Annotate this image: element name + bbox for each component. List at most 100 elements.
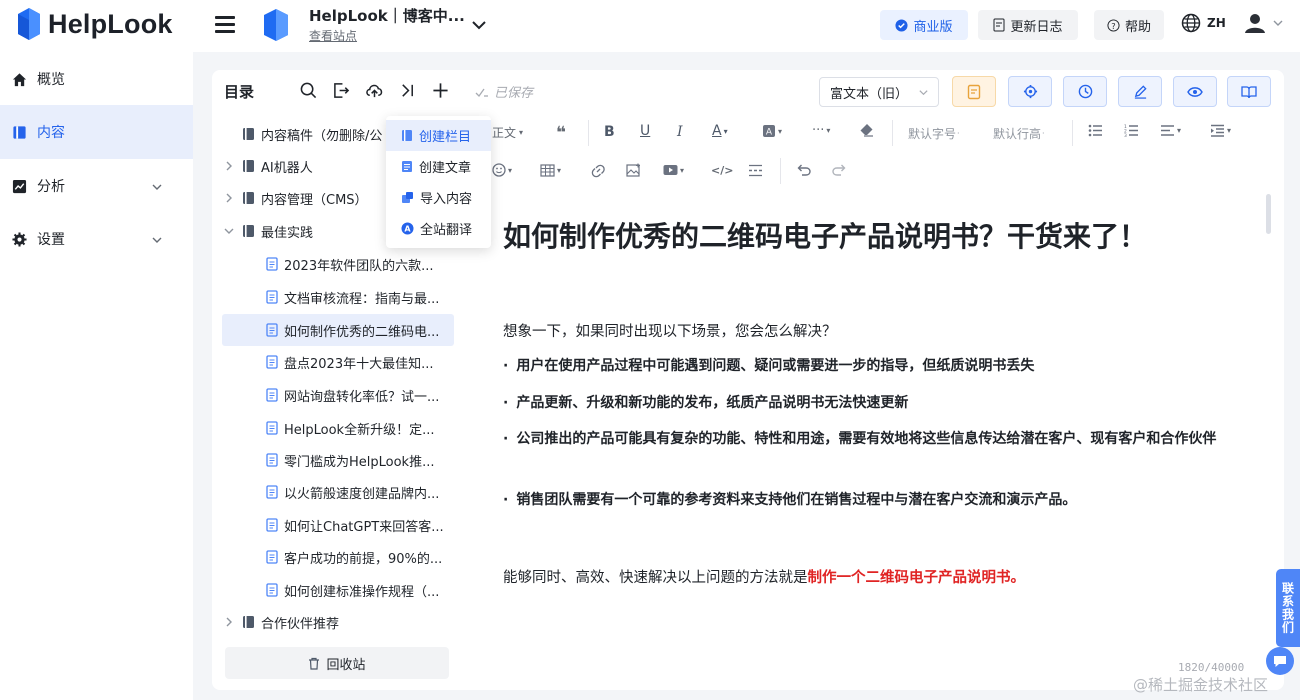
document-icon bbox=[266, 453, 278, 467]
side-nav: 概览 内容 分析 设置 bbox=[0, 52, 193, 700]
upload-icon[interactable] bbox=[364, 80, 384, 100]
settings-button[interactable] bbox=[1008, 76, 1052, 107]
menu-item-create-section[interactable]: 创建栏目 bbox=[386, 120, 491, 151]
highlight-color-icon[interactable]: A ▾ bbox=[762, 124, 782, 138]
tree-row-label: 文档审核流程：指南与最... bbox=[284, 291, 440, 307]
undo-icon[interactable] bbox=[796, 163, 811, 176]
menu-item-translate[interactable]: A 全站翻译 bbox=[386, 213, 491, 244]
site-name[interactable]: HelpLook｜博客中... bbox=[309, 5, 465, 26]
bullet-item[interactable]: · 用户在使用产品过程中可能遇到问题、疑问或需要进一步的指导，但纸质说明书丢失 bbox=[503, 354, 1243, 379]
home-icon bbox=[12, 72, 27, 86]
code-icon[interactable]: </> bbox=[711, 164, 733, 177]
publish-button[interactable] bbox=[1227, 76, 1271, 107]
top-bar: HelpLook HelpLook｜博客中... 查看站点 商业版 更新日志 ?… bbox=[0, 0, 1300, 52]
history-button[interactable] bbox=[1063, 76, 1107, 107]
tree-row[interactable]: 2023年软件团队的六款... bbox=[222, 248, 454, 280]
caret-down-icon: ▾ bbox=[519, 128, 524, 137]
save-status: 已保存 bbox=[475, 82, 533, 101]
chevron-right-icon[interactable] bbox=[222, 161, 236, 171]
preview-button[interactable] bbox=[1173, 76, 1217, 107]
tree-row[interactable]: 文档审核流程：指南与最... bbox=[222, 281, 454, 313]
help-button[interactable]: ? 帮助 bbox=[1094, 10, 1164, 40]
tree-row-label: 合作伙伴推荐 bbox=[261, 616, 340, 632]
changelog-button[interactable]: 更新日志 bbox=[978, 10, 1078, 40]
nav-item-overview[interactable]: 概览 bbox=[0, 52, 193, 106]
italic-icon[interactable]: I bbox=[677, 124, 683, 140]
history-icon bbox=[1078, 84, 1092, 99]
bullet-item[interactable]: · 产品更新、升级和新功能的发布，纸质产品说明书无法快速更新 bbox=[503, 391, 1243, 416]
tree-row-label: 零门槛成为HelpLook推... bbox=[284, 454, 435, 470]
svg-text:3: 3 bbox=[1124, 133, 1127, 137]
editor-scrollbar[interactable] bbox=[1266, 194, 1271, 234]
chevron-right-icon[interactable] bbox=[222, 617, 236, 627]
logo[interactable]: HelpLook bbox=[16, 6, 173, 42]
nav-item-settings[interactable]: 设置 bbox=[0, 212, 193, 266]
more-options-icon[interactable]: ··· ▾ bbox=[812, 123, 830, 138]
business-edition-button[interactable]: 商业版 bbox=[880, 10, 968, 40]
line-height-label: 默认行高 bbox=[993, 127, 1042, 141]
nav-item-content[interactable]: 内容 bbox=[0, 105, 193, 159]
table-icon[interactable]: ▾ bbox=[540, 164, 561, 177]
tree-row[interactable]: 网站询盘转化率低？试一... bbox=[222, 379, 454, 411]
tree-row-label: 网站询盘转化率低？试一... bbox=[284, 389, 440, 405]
document-icon bbox=[402, 161, 412, 172]
menu-toggle-icon[interactable] bbox=[215, 16, 235, 34]
article-title[interactable]: 如何制作优秀的二维码电子产品说明书？干货来了！ bbox=[503, 215, 1147, 255]
chevron-down-icon[interactable] bbox=[222, 226, 236, 236]
user-menu[interactable] bbox=[1244, 12, 1284, 34]
menu-item-create-article[interactable]: 创建文章 bbox=[386, 151, 491, 182]
draft-button[interactable] bbox=[952, 76, 996, 107]
highlighted-text: 制作一个二维码电子产品说明书。 bbox=[807, 570, 1026, 586]
bold-icon[interactable]: B bbox=[604, 124, 615, 140]
export-icon[interactable] bbox=[331, 80, 351, 100]
bullet-list-icon[interactable] bbox=[1088, 124, 1103, 137]
font-size-select[interactable]: 默认字号 · bbox=[908, 125, 960, 142]
numbered-list-icon[interactable]: 123 bbox=[1124, 124, 1139, 137]
paragraph-style-select[interactable]: 正文 ▾ bbox=[492, 124, 523, 141]
chevron-right-icon[interactable] bbox=[222, 193, 236, 203]
redo-icon[interactable] bbox=[832, 163, 847, 176]
link-icon[interactable] bbox=[591, 164, 606, 178]
nav-item-analytics[interactable]: 分析 bbox=[0, 159, 193, 213]
tree-row[interactable]: HelpLook全新升级！定... bbox=[222, 412, 454, 444]
menu-item-import[interactable]: 导入内容 bbox=[386, 182, 491, 213]
image-icon[interactable] bbox=[626, 163, 641, 177]
bullet-item[interactable]: · 公司推出的产品可能具有复杂的功能、特性和用途，需要有效地将这些信息传达给潜在客… bbox=[503, 427, 1243, 452]
contact-us-tab[interactable]: 联系我们 bbox=[1276, 569, 1300, 647]
tree-row[interactable]: 零门槛成为HelpLook推... bbox=[222, 444, 454, 476]
emoji-icon[interactable]: ▾ bbox=[492, 163, 512, 177]
align-icon[interactable]: ▾ bbox=[1160, 124, 1181, 137]
tree-row[interactable]: 如何创建标准操作规程（... bbox=[222, 574, 454, 606]
bullet-item[interactable]: · 销售团队需要有一个可靠的参考资料来支持他们在销售过程中与潜在客户交流和演示产品… bbox=[503, 488, 1243, 513]
tree-row[interactable]: 合作伙伴推荐 bbox=[222, 606, 454, 638]
view-site-link[interactable]: 查看站点 bbox=[309, 27, 357, 44]
collapse-all-icon[interactable] bbox=[397, 80, 417, 100]
tree-row-selected[interactable]: 如何制作优秀的二维码电... bbox=[222, 314, 454, 346]
document-icon bbox=[266, 323, 278, 337]
tree-row[interactable]: 盘点2023年十大最佳知... bbox=[222, 346, 454, 378]
font-color-icon[interactable]: A ▾ bbox=[712, 123, 728, 139]
draft-icon bbox=[967, 84, 981, 99]
eye-icon bbox=[1187, 86, 1203, 97]
chat-bubble-icon[interactable] bbox=[1266, 647, 1294, 675]
underline-icon[interactable]: U bbox=[640, 123, 650, 139]
video-icon[interactable]: ▾ bbox=[663, 164, 684, 176]
site-switch-chevron-icon[interactable] bbox=[468, 14, 490, 36]
edit-button[interactable] bbox=[1118, 76, 1162, 107]
tree-row[interactable]: 以火箭般速度创建品牌内... bbox=[222, 476, 454, 508]
tree-row[interactable]: 如何让ChatGPT来回答客... bbox=[222, 509, 454, 541]
search-icon[interactable] bbox=[298, 80, 318, 100]
conclusion-paragraph[interactable]: 能够同时、高效、快速解决以上问题的方法就是制作一个二维码电子产品说明书。 bbox=[503, 566, 1025, 587]
tree-row[interactable]: 客户成功的前提，90%的... bbox=[222, 541, 454, 573]
nav-item-label: 分析 bbox=[37, 179, 65, 195]
quote-icon[interactable]: ❝ bbox=[556, 123, 566, 143]
intro-paragraph[interactable]: 想象一下，如果同时出现以下场景，您会怎么解决？ bbox=[503, 320, 837, 341]
divider-icon[interactable] bbox=[748, 164, 763, 177]
line-height-select[interactable]: 默认行高 · bbox=[993, 125, 1045, 142]
add-icon[interactable] bbox=[430, 80, 450, 100]
indent-icon[interactable]: ▾ bbox=[1210, 124, 1231, 137]
language-switcher[interactable]: ZH bbox=[1181, 13, 1226, 33]
editor-mode-select[interactable]: 富文本（旧） bbox=[819, 77, 939, 107]
recycle-bin-button[interactable]: 回收站 bbox=[225, 647, 449, 679]
eraser-icon[interactable] bbox=[859, 123, 874, 137]
